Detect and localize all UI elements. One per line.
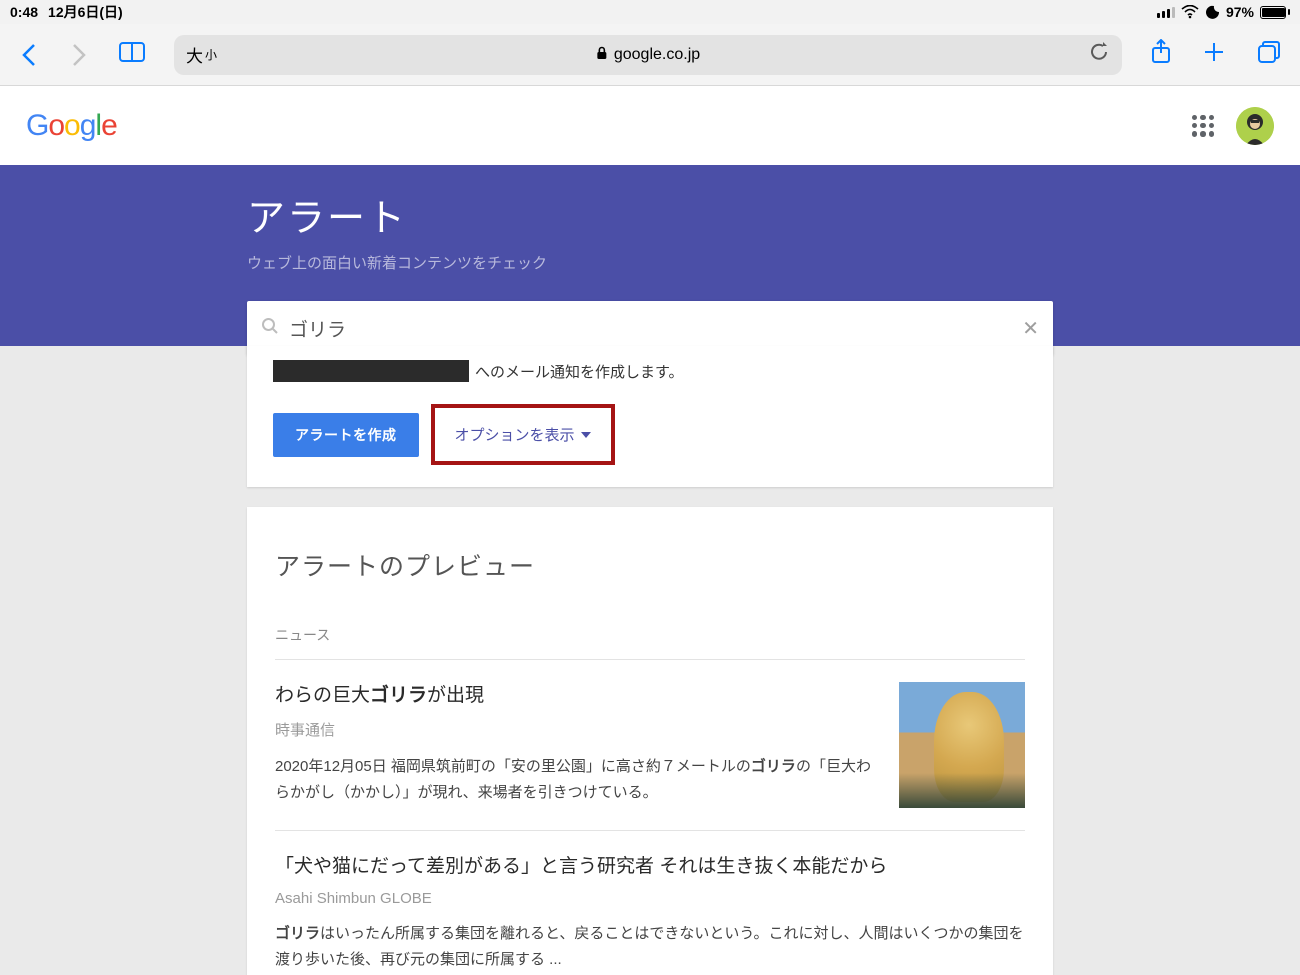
- search-icon: [261, 317, 279, 340]
- page-title: アラート: [247, 187, 1053, 242]
- lock-icon: [596, 46, 608, 63]
- page-subtitle: ウェブ上の面白い新着コンテンツをチェック: [247, 252, 1053, 273]
- reload-button[interactable]: [1088, 41, 1110, 68]
- highlight-annotation: オプションを表示: [431, 404, 615, 465]
- google-header: Google: [0, 86, 1300, 165]
- article-source: 時事通信: [275, 719, 881, 740]
- share-button[interactable]: [1150, 39, 1172, 70]
- back-button[interactable]: [18, 41, 40, 69]
- alerts-banner: アラート ウェブ上の面白い新着コンテンツをチェック ✕: [0, 165, 1300, 346]
- status-date: 12月6日(日): [48, 2, 123, 22]
- clear-input-button[interactable]: ✕: [1022, 316, 1039, 341]
- caret-down-icon: [581, 432, 591, 438]
- create-alert-button[interactable]: アラートを作成: [273, 413, 419, 457]
- google-logo[interactable]: Google: [26, 109, 117, 143]
- do-not-disturb-icon: [1205, 5, 1220, 20]
- google-apps-button[interactable]: [1192, 115, 1214, 137]
- page-body: へのメール通知を作成します。 アラートを作成 オプションを表示 アラートのプレビ…: [0, 346, 1300, 975]
- url-domain: google.co.jp: [596, 46, 700, 64]
- text-size-button[interactable]: 大小: [186, 42, 217, 67]
- tabs-button[interactable]: [1256, 39, 1282, 70]
- wifi-icon: [1181, 5, 1199, 19]
- show-options-button[interactable]: オプションを表示: [439, 412, 607, 457]
- article-title: わらの巨大ゴリラが出現: [275, 682, 881, 711]
- create-alert-card: へのメール通知を作成します。 アラートを作成 オプションを表示: [247, 346, 1053, 487]
- article-thumbnail: [899, 682, 1025, 808]
- battery-icon: [1260, 6, 1290, 19]
- article-snippet: 2020年12月05日 福岡県筑前町の「安の里公園」に高さ約７メートルのゴリラの…: [275, 754, 881, 807]
- safari-toolbar: 大小 google.co.jp: [0, 24, 1300, 86]
- ipad-status-bar: 0:48 12月6日(日) 97%: [0, 0, 1300, 24]
- alert-preview-card: アラートのプレビュー ニュース わらの巨大ゴリラが出現 時事通信 2020年12…: [247, 507, 1053, 975]
- bookmarks-button[interactable]: [118, 40, 146, 69]
- cellular-icon: [1157, 7, 1175, 18]
- new-tab-button[interactable]: [1202, 40, 1226, 69]
- article-source: Asahi Shimbun GLOBE: [275, 890, 1025, 907]
- status-time: 0:48: [10, 4, 38, 20]
- redacted-email: [273, 360, 469, 382]
- alert-query-input[interactable]: [289, 317, 1022, 339]
- address-bar[interactable]: 大小 google.co.jp: [174, 35, 1122, 75]
- preview-section-label: ニュース: [275, 625, 1025, 660]
- battery-percent: 97%: [1226, 4, 1254, 20]
- forward-button[interactable]: [68, 41, 90, 69]
- preview-article[interactable]: わらの巨大ゴリラが出現 時事通信 2020年12月05日 福岡県筑前町の「安の里…: [275, 660, 1025, 831]
- email-notice-text: へのメール通知を作成します。: [475, 361, 684, 382]
- article-title: 「犬や猫にだって差別がある」と言う研究者 それは生き抜く本能だから: [275, 853, 1025, 882]
- preview-article[interactable]: 「犬や猫にだって差別がある」と言う研究者 それは生き抜く本能だから Asahi …: [275, 831, 1025, 975]
- preview-heading: アラートのプレビュー: [275, 547, 1025, 583]
- article-snippet: ゴリラはいったん所属する集団を離れると、戻ることはできないという。これに対し、人…: [275, 921, 1025, 974]
- account-avatar[interactable]: [1236, 107, 1274, 145]
